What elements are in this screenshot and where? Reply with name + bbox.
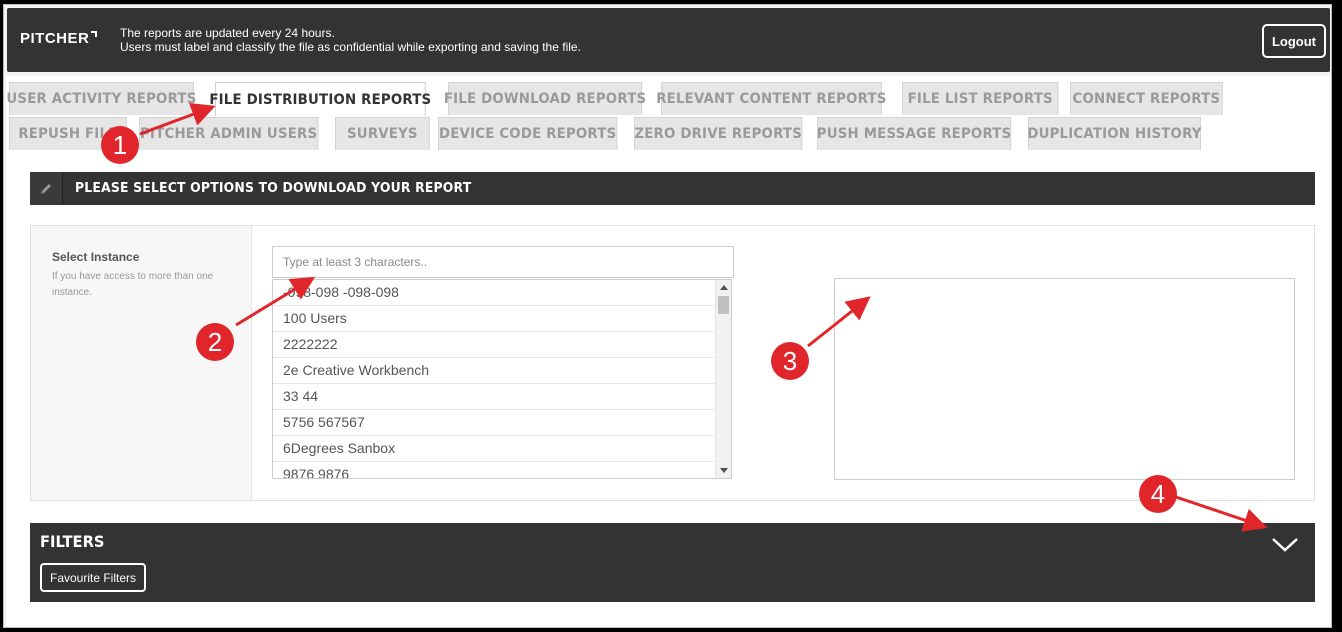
select-instance-label: Select Instance bbox=[52, 250, 140, 264]
section-header: PLEASE SELECT OPTIONS TO DOWNLOAD YOUR R… bbox=[30, 172, 1315, 205]
main-content: PLEASE SELECT OPTIONS TO DOWNLOAD YOUR R… bbox=[6, 152, 1331, 627]
instance-list[interactable]: -098-098 -098-098 100 Users 2222222 2e C… bbox=[272, 279, 732, 479]
filters-panel: FILTERS Favourite Filters bbox=[30, 523, 1315, 602]
list-item[interactable]: 100 Users bbox=[273, 306, 715, 332]
instance-panel: Select Instance If you have access to mo… bbox=[30, 225, 1315, 501]
update-notice: The reports are updated every 24 hours. … bbox=[120, 26, 581, 54]
pencil-icon bbox=[30, 172, 63, 205]
tab-file-distribution-reports[interactable]: FILE DISTRIBUTION REPORTS bbox=[209, 82, 431, 116]
annotation-badge-3: 3 bbox=[771, 342, 809, 380]
logout-button[interactable]: Logout bbox=[1262, 24, 1326, 58]
scroll-down-icon[interactable] bbox=[720, 468, 728, 473]
annotation-badge-2: 2 bbox=[196, 323, 234, 361]
logo-mark-icon bbox=[91, 31, 98, 37]
tab-pitcher-admin-users[interactable]: PITCHER ADMIN USERS bbox=[139, 117, 319, 150]
list-item[interactable]: 9876 9876 bbox=[273, 462, 715, 478]
section-title: PLEASE SELECT OPTIONS TO DOWNLOAD YOUR R… bbox=[75, 180, 472, 196]
instance-label-column: Select Instance If you have access to mo… bbox=[31, 226, 252, 500]
selected-instances-box[interactable] bbox=[834, 278, 1295, 480]
list-item[interactable]: 33 44 bbox=[273, 384, 715, 410]
filters-title: FILTERS bbox=[40, 532, 105, 551]
select-instance-help: If you have access to more than one inst… bbox=[52, 271, 214, 298]
scroll-up-icon[interactable] bbox=[720, 285, 728, 290]
tab-surveys[interactable]: SURVEYS bbox=[335, 117, 430, 150]
annotation-badge-1: 1 bbox=[101, 126, 139, 164]
tab-device-code-reports[interactable]: DEVICE CODE REPORTS bbox=[438, 117, 618, 150]
favourite-filters-button[interactable]: Favourite Filters bbox=[40, 563, 146, 592]
chevron-down-icon[interactable] bbox=[1270, 533, 1300, 555]
tab-file-list-reports[interactable]: FILE LIST REPORTS bbox=[902, 82, 1059, 115]
notice-line-2: Users must label and classify the file a… bbox=[120, 40, 581, 54]
tab-connect-reports[interactable]: CONNECT REPORTS bbox=[1070, 82, 1223, 115]
page-frame: PITCHER The reports are updated every 24… bbox=[3, 4, 1332, 628]
list-item[interactable]: -098-098 -098-098 bbox=[273, 280, 715, 306]
instance-list-scrollbar[interactable] bbox=[715, 280, 731, 478]
tab-relevant-content-reports[interactable]: RELEVANT CONTENT REPORTS bbox=[656, 82, 886, 115]
top-bar: PITCHER The reports are updated every 24… bbox=[7, 8, 1330, 72]
annotation-badge-4: 4 bbox=[1139, 475, 1177, 513]
tab-user-activity-reports[interactable]: USER ACTIVITY REPORTS bbox=[6, 82, 196, 115]
scrollbar-thumb[interactable] bbox=[718, 296, 729, 314]
tab-push-message-reports[interactable]: PUSH MESSAGE REPORTS bbox=[817, 117, 1011, 150]
logo: PITCHER bbox=[20, 30, 98, 47]
report-tabs: USER ACTIVITY REPORTS FILE DISTRIBUTION … bbox=[6, 76, 1331, 152]
notice-line-1: The reports are updated every 24 hours. bbox=[120, 26, 335, 40]
list-item[interactable]: 2222222 bbox=[273, 332, 715, 358]
list-item[interactable]: 6Degrees Sanbox bbox=[273, 436, 715, 462]
instance-search-input[interactable] bbox=[272, 246, 734, 278]
list-item[interactable]: 2e Creative Workbench bbox=[273, 358, 715, 384]
tab-duplication-history[interactable]: DUPLICATION HISTORY bbox=[1027, 117, 1201, 150]
tab-file-download-reports[interactable]: FILE DOWNLOAD REPORTS bbox=[444, 82, 646, 115]
list-item[interactable]: 5756 567567 bbox=[273, 410, 715, 436]
tab-zero-drive-reports[interactable]: ZERO DRIVE REPORTS bbox=[634, 117, 803, 150]
